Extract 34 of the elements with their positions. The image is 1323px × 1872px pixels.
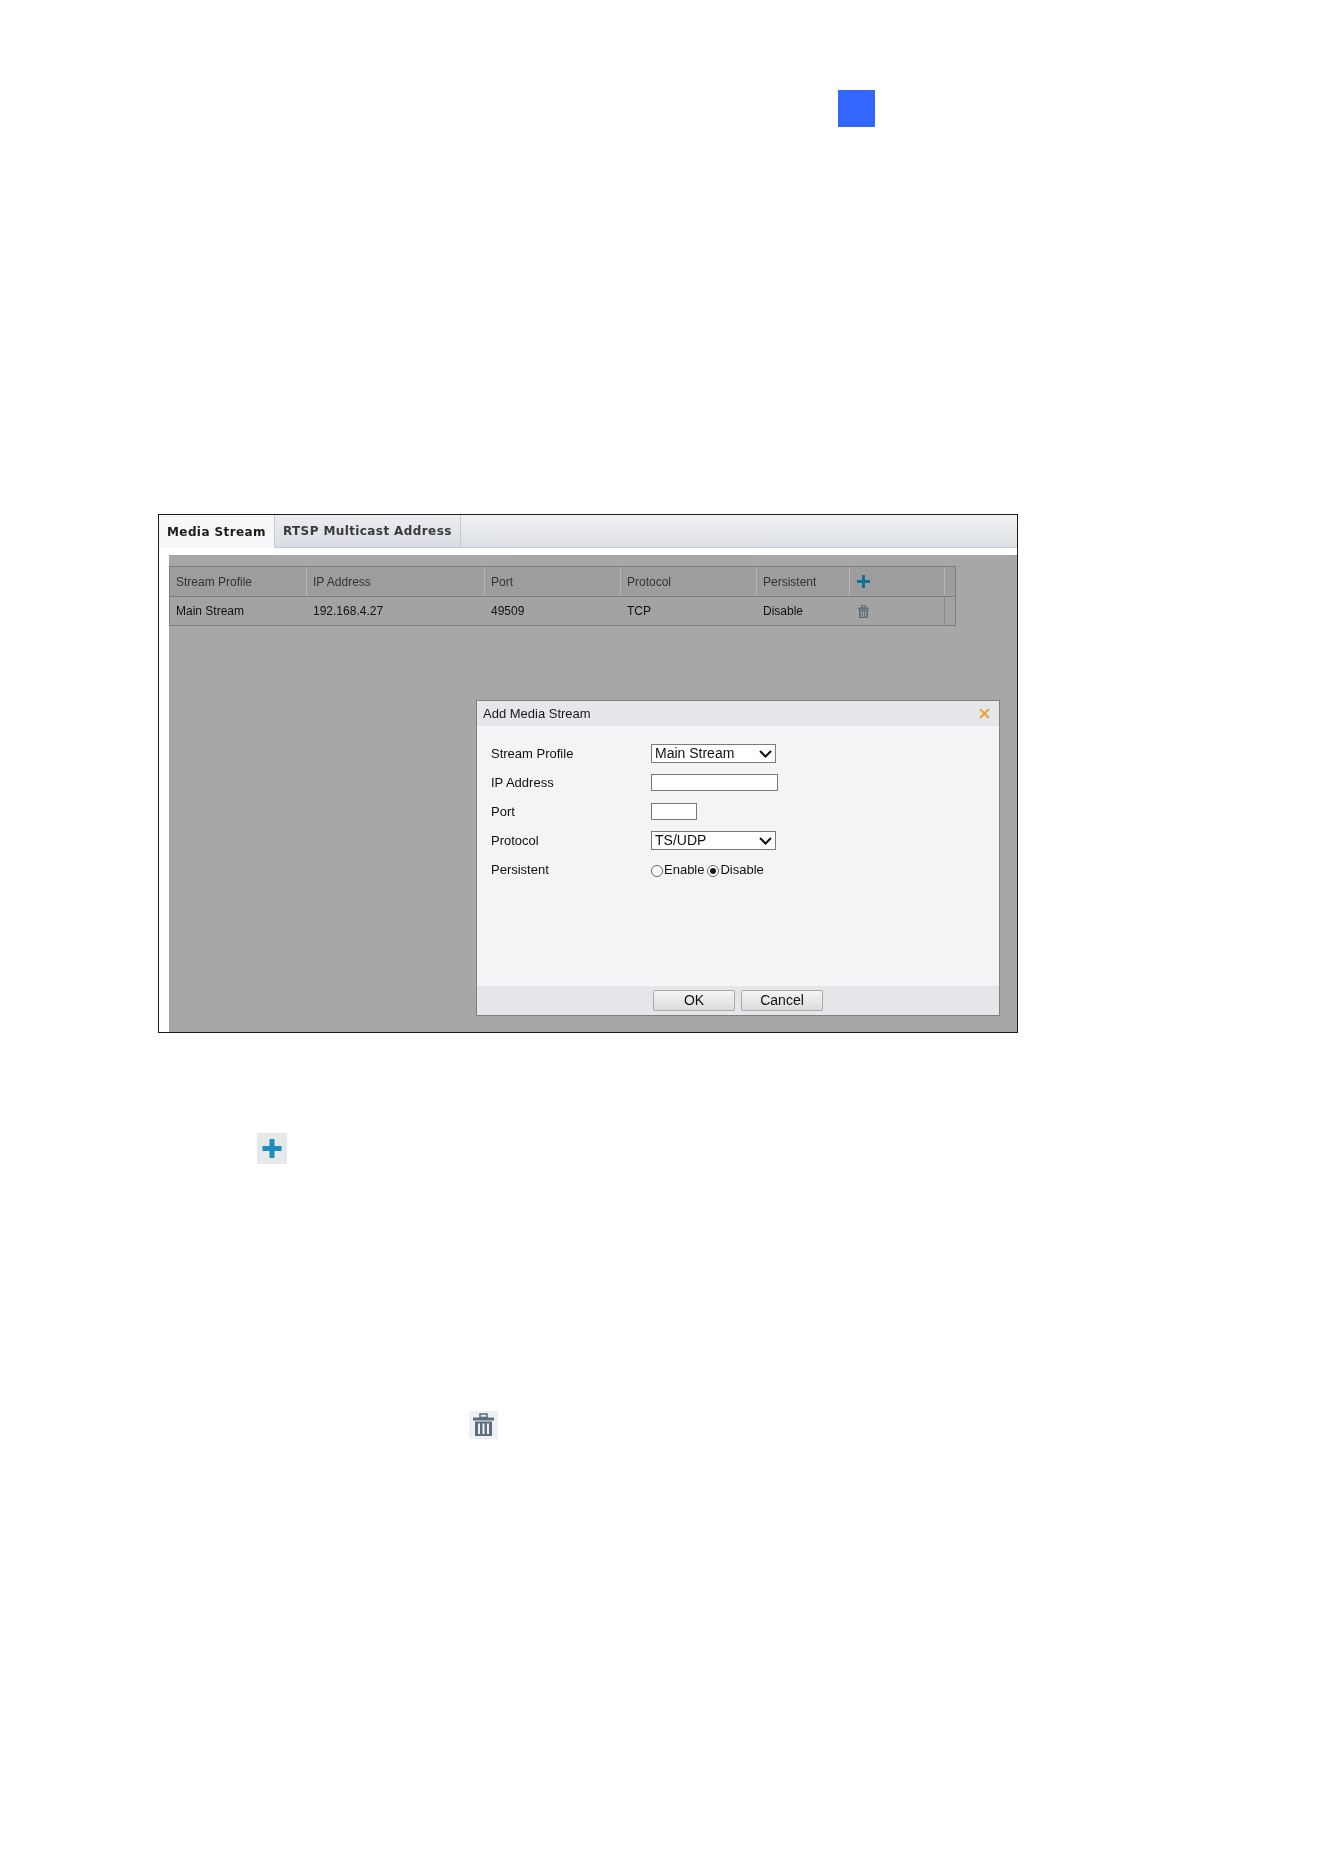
input-field[interactable]: [651, 803, 697, 820]
table-cell-text: Main Stream: [175, 603, 245, 620]
column-header: Port: [490, 573, 513, 591]
field-label: Persistent: [491, 860, 550, 879]
input-field[interactable]: [651, 774, 778, 791]
dropdown[interactable]: TS/UDP: [651, 831, 776, 850]
chevron-icon: [759, 836, 772, 845]
field-label: IP Address: [491, 773, 555, 792]
square-icon: [838, 90, 875, 127]
table-cell-text: TCP: [626, 603, 651, 620]
dialog-button[interactable]: OK: [653, 990, 735, 1011]
dialog-button[interactable]: Cancel: [741, 990, 823, 1011]
column-header: IP Address: [312, 573, 371, 591]
radio-label: Enable: [664, 860, 705, 879]
column-header: Persistent: [762, 573, 817, 591]
tab[interactable]: Media Stream: [159, 515, 275, 548]
trash-icon: [469, 1411, 498, 1439]
chevron-icon: [759, 749, 772, 758]
dialog-title: Add Media Stream: [483, 704, 591, 723]
tab[interactable]: RTSP Multicast Address: [274, 515, 461, 547]
radio-label: Disable: [720, 860, 764, 879]
column-header: Protocol: [626, 573, 672, 591]
plus-icon: [257, 1133, 287, 1164]
table-cell-text: 49509: [490, 603, 525, 620]
field-label: Port: [491, 802, 516, 821]
field-label: Protocol: [491, 831, 540, 850]
radio-button[interactable]: [707, 865, 720, 877]
table-cell-text: Disable: [762, 603, 804, 620]
table-cell-text: 192.168.4.27: [312, 603, 384, 620]
field-label: Stream Profile: [491, 744, 575, 763]
trash-icon[interactable]: [858, 604, 869, 618]
dropdown[interactable]: Main Stream: [651, 744, 776, 763]
radio-button[interactable]: [651, 865, 663, 877]
column-header: Stream Profile: [175, 573, 253, 591]
